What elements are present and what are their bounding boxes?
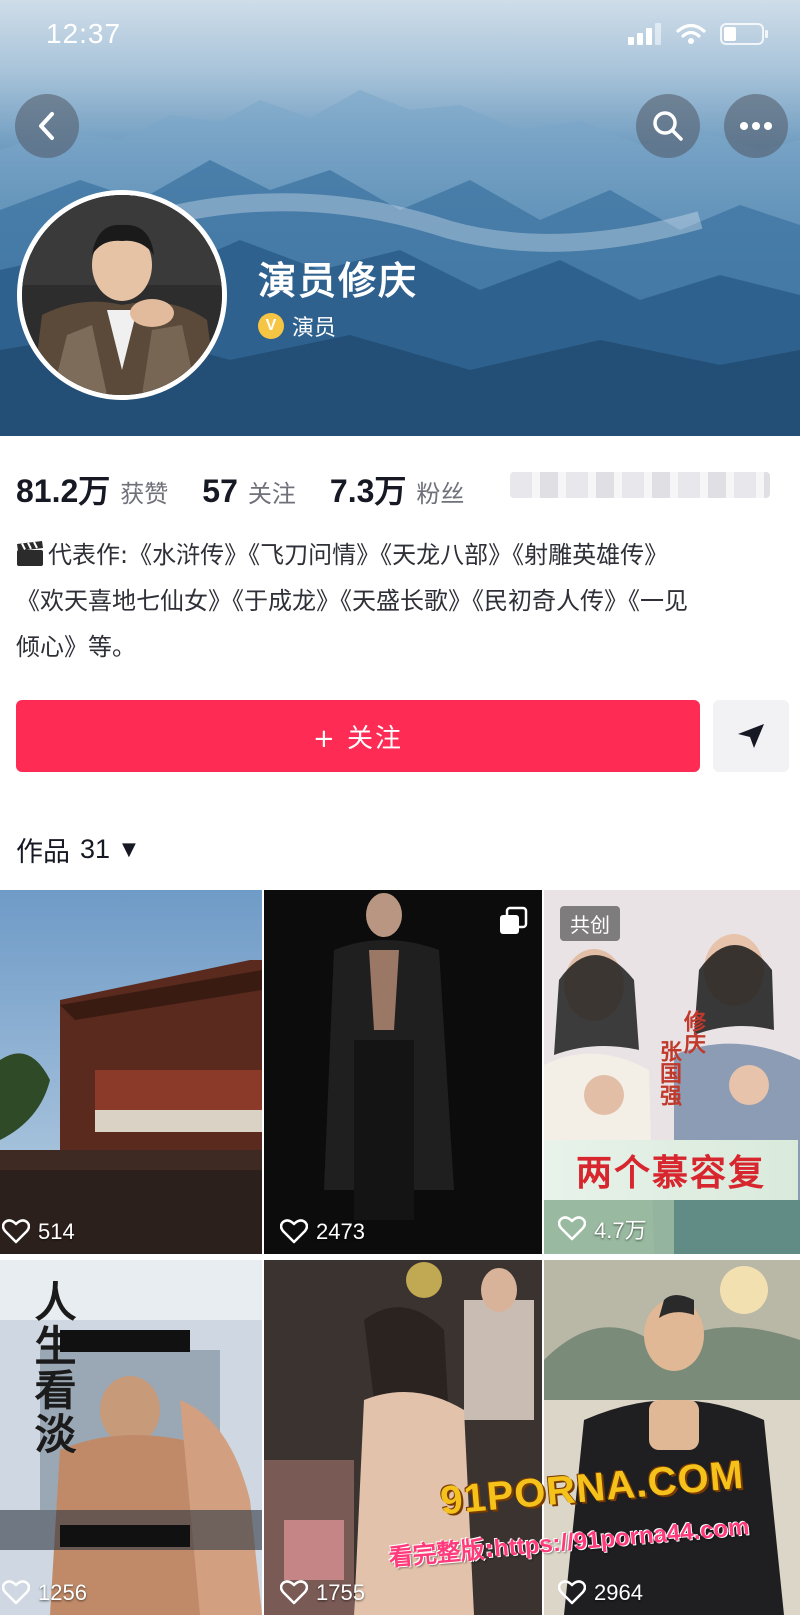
bio-line-2: 《欢天喜地七仙女》《于成龙》《天盛长歌》《民初奇人传》《一见 (16, 587, 688, 615)
clapperboard-icon (17, 541, 43, 566)
send-arrow-icon (738, 724, 764, 748)
followers-count[interactable]: 7.3万 (330, 466, 407, 512)
heart-icon (280, 1580, 308, 1605)
video-tile[interactable]: 2473 (264, 890, 542, 1254)
search-button[interactable] (636, 94, 700, 158)
bio-line-3: 倾心》等。 (16, 633, 136, 661)
bio-text-1: 代表作:《水浒传》《飞刀问情》《天龙八部》《射雕英雄传》 (48, 541, 669, 569)
bio-line-1: 代表作:《水浒传》《飞刀问情》《天龙八部》《射雕英雄传》 (16, 532, 786, 578)
heart-icon (280, 1219, 308, 1244)
video-caption: 两个慕容复 (544, 1140, 798, 1200)
obscured-text (510, 472, 770, 498)
actor-name-b: 修庆 (680, 1010, 705, 1054)
like-count: 1755 (278, 1579, 365, 1605)
likes-label: 获赞 (120, 480, 169, 508)
like-count-value: 2964 (594, 1580, 643, 1605)
like-count-value: 514 (38, 1219, 75, 1244)
like-count-value: 1755 (316, 1580, 365, 1605)
back-button[interactable] (15, 94, 79, 158)
more-dots-icon (740, 122, 772, 130)
avatar[interactable] (17, 190, 227, 400)
video-tile[interactable]: 514 (0, 890, 262, 1254)
video-tile[interactable]: 共创 张国强 修庆 两个慕容复 4.7万 (544, 890, 800, 1254)
redaction-bar (60, 1330, 190, 1352)
status-time: 12:37 (46, 18, 122, 49)
video-grid: 514 2473 共创 张国强 修庆 两个慕容复 4.7万 人生看淡 1256 … (0, 890, 800, 1615)
works-tab[interactable]: 作品 31 ▼ (16, 830, 136, 869)
video-thumbnail-greeting (544, 1260, 800, 1615)
profile-name: 演员修庆 (258, 259, 419, 303)
following-count[interactable]: 57 (202, 473, 238, 510)
profile-stats: 81.2万 获赞 57 关注 7.3万 粉丝 (16, 466, 498, 512)
video-tile[interactable]: 人生看淡 1256 (0, 1260, 262, 1615)
video-thumbnail-pagoda (0, 890, 262, 1254)
verified-badge-icon: V (258, 313, 284, 339)
caret-down-icon: ▼ (122, 839, 136, 860)
likes-count[interactable]: 81.2万 (16, 466, 110, 512)
battery-icon (720, 23, 768, 45)
verified-row: V 演员 (258, 310, 336, 342)
status-bar: 12:37 (0, 0, 800, 70)
works-label: 作品 (16, 837, 70, 868)
profile-bio: 代表作:《水浒传》《飞刀问情》《天龙八部》《射雕英雄传》 《欢天喜地七仙女》《于… (16, 532, 786, 670)
verified-label: 演员 (292, 316, 337, 341)
like-count-value: 2473 (316, 1219, 365, 1244)
avatar-image (22, 195, 222, 395)
redaction-bar (60, 1525, 190, 1547)
more-button[interactable] (724, 94, 788, 158)
cellular-signal-icon (628, 23, 661, 45)
search-icon (653, 111, 683, 141)
status-icons (628, 22, 770, 46)
works-count: 31 (80, 834, 111, 864)
heart-icon (2, 1219, 30, 1244)
multi-image-icon (500, 906, 528, 934)
following-label: 关注 (247, 480, 296, 508)
heart-icon (558, 1216, 586, 1241)
share-button[interactable] (713, 700, 789, 772)
like-count: 2473 (278, 1218, 365, 1244)
followers-label: 粉丝 (416, 480, 465, 508)
like-count: 1256 (0, 1579, 87, 1605)
like-count: 4.7万 (556, 1212, 647, 1244)
like-count-value: 1256 (38, 1580, 87, 1605)
follow-button[interactable]: + 关注 (16, 700, 700, 772)
like-count: 514 (0, 1218, 75, 1244)
like-count: 2964 (556, 1579, 643, 1605)
chevron-left-icon (39, 112, 54, 140)
heart-icon (558, 1580, 586, 1605)
wifi-icon (676, 23, 706, 44)
heart-icon (2, 1580, 30, 1605)
video-tile[interactable]: 2964 (544, 1260, 800, 1615)
video-vertical-title: 人生看淡 (28, 1280, 77, 1456)
video-thumbnail-dark-figure (264, 890, 542, 1254)
like-count-value: 4.7万 (594, 1218, 647, 1243)
co-create-tag: 共创 (560, 906, 620, 941)
